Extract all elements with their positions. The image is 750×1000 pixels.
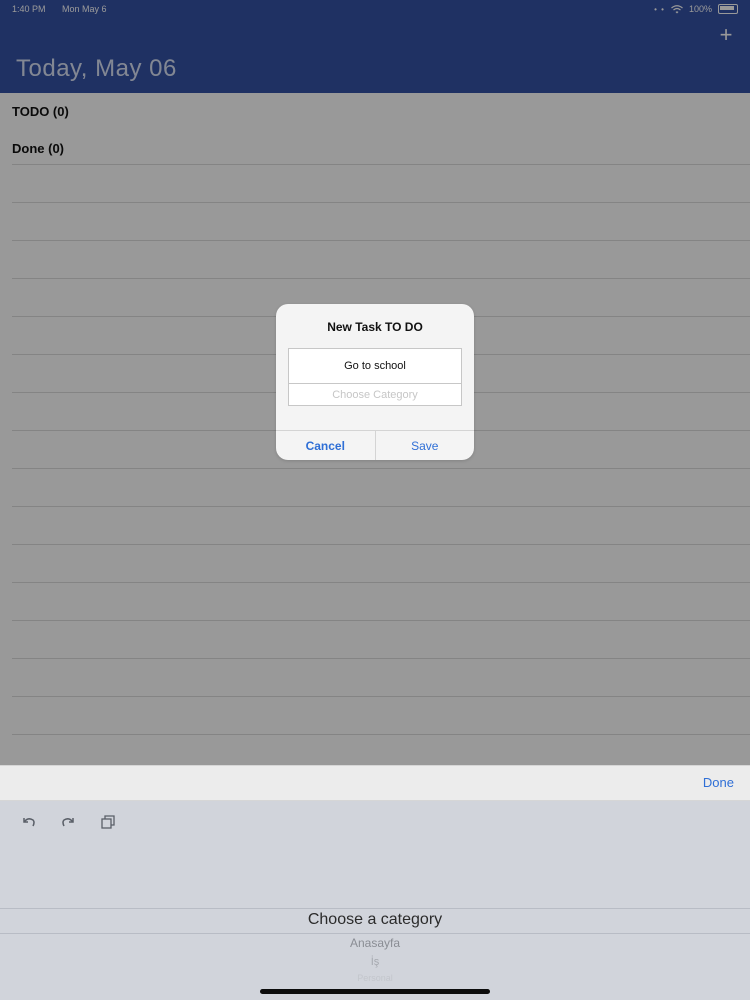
cancel-button[interactable]: Cancel (276, 431, 376, 460)
picker-selected-option[interactable]: Choose a category (0, 911, 750, 929)
redo-icon[interactable] (59, 813, 77, 831)
picker-option[interactable]: Personal (0, 973, 750, 983)
dialog-actions: Cancel Save (276, 430, 474, 460)
save-button[interactable]: Save (376, 431, 475, 460)
picker-option[interactable]: İş (0, 956, 750, 968)
task-name-field[interactable] (288, 348, 462, 384)
category-picker-area (0, 801, 750, 1000)
category-field[interactable] (288, 384, 462, 406)
dialog-title: New Task TO DO (327, 320, 423, 334)
home-indicator[interactable] (260, 989, 490, 994)
done-button[interactable]: Done (703, 775, 734, 790)
picker-option[interactable]: Anasayfa (0, 936, 750, 950)
undo-icon[interactable] (20, 813, 38, 831)
paste-icon[interactable] (99, 813, 117, 831)
new-task-dialog: New Task TO DO Cancel Save (276, 304, 474, 460)
picker-accessory-bar: Done (0, 765, 750, 801)
